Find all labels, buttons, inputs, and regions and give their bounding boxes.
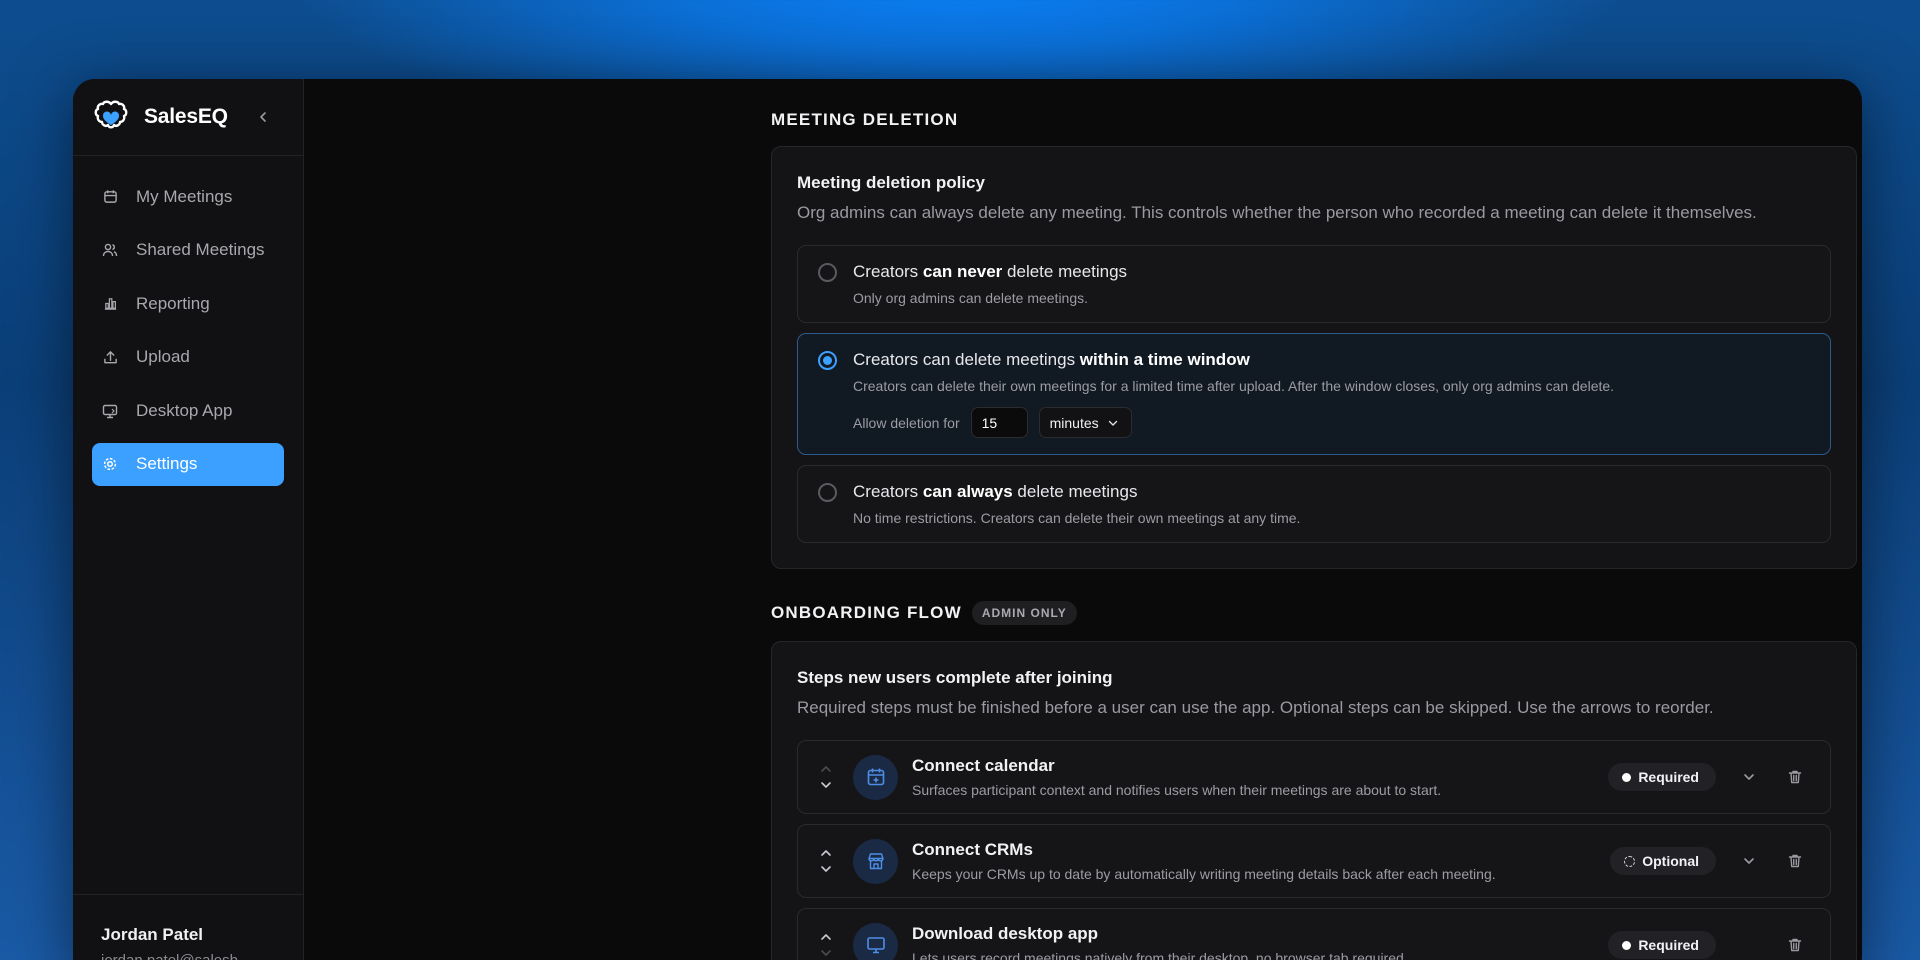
step-title: Connect calendar (912, 756, 1055, 775)
option-title: Creators can delete meetings within a ti… (853, 350, 1250, 369)
brand-header: SalesEQ (73, 79, 303, 156)
trash-icon (1788, 854, 1802, 868)
user-name: Jordan Patel (101, 925, 204, 944)
filled-dot-icon (1622, 940, 1632, 950)
sidebar-nav: My Meetings Shared Meetings Reporting Up… (73, 156, 303, 486)
radio-button[interactable] (818, 263, 837, 282)
sidebar: SalesEQ My Meetings Shared Meetings Repo… (73, 79, 304, 960)
status-badge[interactable]: Required (1608, 763, 1716, 791)
sidebar-item-label: Shared Meetings (136, 240, 265, 259)
delete-step-button[interactable] (1782, 764, 1808, 790)
card-description: Required steps must be finished before a… (797, 698, 1714, 717)
dashed-circle-icon (1624, 855, 1636, 867)
onboarding-step: Download desktop app Lets users record m… (797, 908, 1831, 960)
sidebar-item-label: Upload (136, 347, 190, 366)
card-title: Steps new users complete after joining (797, 668, 1113, 687)
user-profile[interactable]: Jordan Patel jordan.patel@salesb… (73, 894, 303, 960)
brain-heart-logo-icon (92, 98, 130, 136)
reorder-controls (798, 848, 853, 874)
onboarding-card: Steps new users complete after joining R… (771, 641, 1857, 960)
reorder-controls (798, 764, 853, 790)
step-description: Lets users record meetings natively from… (912, 950, 1408, 960)
sidebar-item-desktop-app[interactable]: Desktop App (92, 389, 284, 432)
onboarding-step: Connect calendar Surfaces participant co… (797, 740, 1831, 814)
status-badge[interactable]: Required (1608, 931, 1716, 959)
store-icon (853, 838, 898, 884)
sidebar-item-label: Desktop App (136, 400, 233, 420)
step-title: Download desktop app (912, 924, 1099, 943)
option-title: Creators can never delete meetings (853, 262, 1128, 281)
option-description: Creators can delete their own meetings f… (853, 378, 1615, 394)
sidebar-item-label: My Meetings (136, 186, 233, 206)
sidebar-item-label: Settings (136, 454, 198, 473)
upload-icon (102, 349, 118, 365)
chevron-down-icon (1107, 417, 1119, 429)
step-title: Connect CRMs (912, 840, 1033, 859)
step-description: Surfaces participant context and notifie… (912, 782, 1442, 798)
meeting-deletion-card: Meeting deletion policy Org admins can a… (771, 146, 1857, 569)
collapse-sidebar-button[interactable] (253, 107, 273, 127)
deletion-option-never[interactable]: Creators can never delete meetings Only … (797, 245, 1831, 323)
monitor-icon (853, 922, 898, 960)
desktop-icon (102, 403, 118, 419)
users-icon (102, 242, 118, 258)
allow-deletion-label: Allow deletion for (853, 414, 960, 431)
gear-icon (102, 456, 118, 472)
chevron-down-icon (1744, 858, 1754, 864)
step-description: Keeps your CRMs up to date by automatica… (912, 866, 1496, 882)
user-email: jordan.patel@salesb… (101, 952, 303, 960)
settings-main: MEETING DELETION Meeting deletion policy… (304, 79, 1862, 960)
sidebar-item-shared-meetings[interactable]: Shared Meetings (92, 229, 284, 272)
delete-step-button[interactable] (1782, 848, 1808, 874)
deletion-window-row: Allow deletion for 15 minutes (853, 407, 1810, 438)
sidebar-item-settings[interactable]: Settings (92, 442, 284, 486)
deletion-window-unit-select[interactable]: minutes (1038, 407, 1132, 438)
sidebar-item-upload[interactable]: Upload (92, 336, 284, 379)
bar-chart-icon (102, 296, 118, 312)
expand-step-button[interactable] (1736, 848, 1762, 874)
option-description: No time restrictions. Creators can delet… (853, 510, 1301, 526)
settings-content: MEETING DELETION Meeting deletion policy… (771, 79, 1857, 960)
onboarding-section-title: ONBOARDING FLOW ADMIN ONLY (771, 601, 1857, 625)
sidebar-item-reporting[interactable]: Reporting (92, 282, 284, 325)
option-description: Only org admins can delete meetings. (853, 290, 1089, 306)
card-description: Org admins can always delete any meeting… (797, 203, 1757, 222)
move-down-button[interactable] (819, 864, 833, 874)
radio-button-selected[interactable] (818, 351, 837, 370)
calendar-plus-icon (853, 754, 898, 800)
radio-button[interactable] (818, 483, 837, 502)
trash-icon (1788, 770, 1802, 784)
reorder-controls (798, 932, 853, 958)
app-name: SalesEQ (144, 105, 228, 128)
status-badge[interactable]: Optional (1610, 847, 1716, 875)
calendar-icon (102, 189, 118, 205)
app-window: SalesEQ My Meetings Shared Meetings Repo… (73, 79, 1862, 960)
filled-dot-icon (1622, 772, 1632, 782)
card-title: Meeting deletion policy (797, 173, 985, 192)
chevron-down-icon (1744, 774, 1754, 780)
onboarding-step: Connect CRMs Keeps your CRMs up to date … (797, 824, 1831, 898)
move-down-button[interactable] (819, 780, 833, 790)
move-up-button[interactable] (819, 764, 833, 774)
meeting-deletion-section-title: MEETING DELETION (771, 110, 959, 129)
trash-icon (1788, 938, 1802, 952)
deletion-window-amount-input[interactable]: 15 (970, 407, 1028, 438)
admin-only-badge: ADMIN ONLY (971, 601, 1077, 625)
chevron-left-icon (260, 112, 266, 122)
delete-step-button[interactable] (1782, 932, 1808, 958)
deletion-option-always[interactable]: Creators can always delete meetings No t… (797, 465, 1831, 543)
sidebar-item-label: Reporting (136, 293, 210, 313)
expand-step-button[interactable] (1736, 764, 1762, 790)
move-up-button[interactable] (819, 848, 833, 858)
move-down-button[interactable] (819, 948, 833, 958)
sidebar-item-my-meetings[interactable]: My Meetings (92, 175, 284, 218)
deletion-option-time-window[interactable]: Creators can delete meetings within a ti… (797, 333, 1831, 455)
move-up-button[interactable] (819, 932, 833, 942)
option-title: Creators can always delete meetings (853, 482, 1138, 501)
